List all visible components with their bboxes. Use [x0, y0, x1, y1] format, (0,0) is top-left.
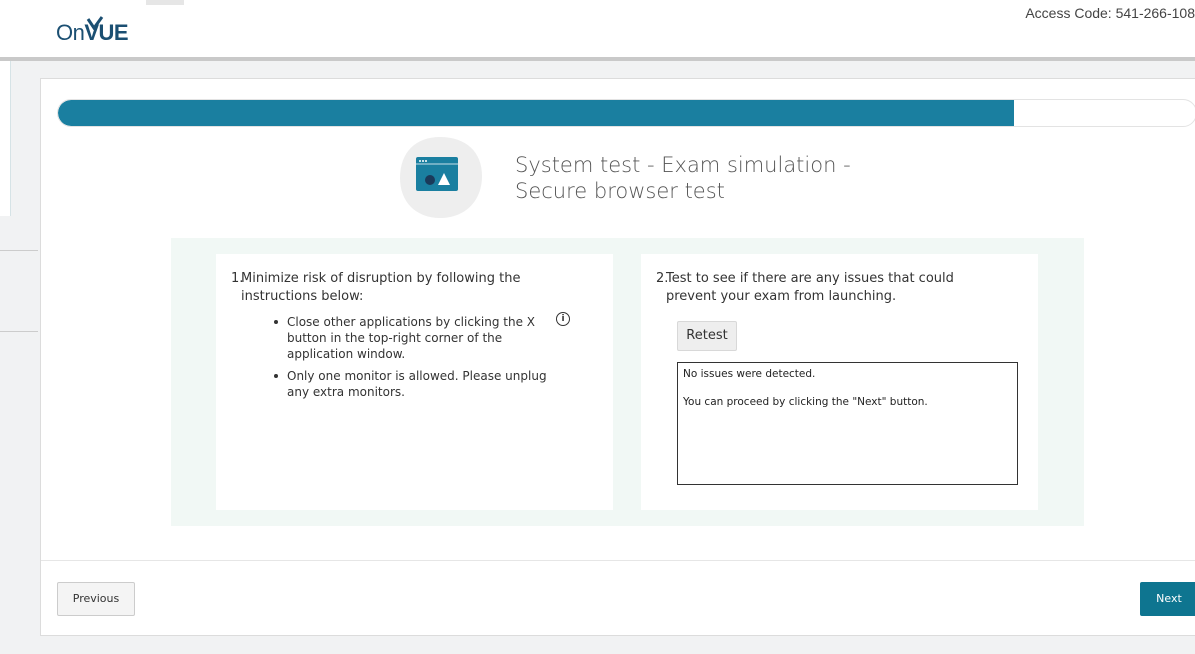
step1-box: 1. Minimize risk of disruption by follow… — [216, 254, 613, 510]
step2-box: 2. Test to see if there are any issues t… — [641, 254, 1038, 510]
instructions-panel: 1. Minimize risk of disruption by follow… — [171, 238, 1084, 526]
browser-window-icon — [400, 137, 482, 218]
footer-divider — [41, 560, 1195, 561]
test-result-box: No issues were detected. You can proceed… — [677, 362, 1018, 485]
next-button[interactable]: Next — [1140, 582, 1195, 616]
background-divider — [0, 250, 38, 251]
background-divider — [0, 331, 38, 332]
main-card: System test - Exam simulation - Secure b… — [40, 78, 1195, 636]
onvue-logo: OnVUE — [56, 16, 129, 46]
result-message: No issues were detected. — [683, 368, 816, 380]
list-item: Close other applications by clicking the… — [274, 314, 564, 362]
logo-check-icon — [86, 16, 104, 30]
header: OnVUE Access Code: 541-266-108 — [0, 0, 1195, 61]
progress-bar — [57, 99, 1195, 127]
list-item: Only one monitor is allowed. Please unpl… — [274, 368, 564, 400]
result-instruction: You can proceed by clicking the "Next" b… — [683, 396, 928, 408]
step1-heading: 1. Minimize risk of disruption by follow… — [231, 271, 521, 304]
info-icon[interactable]: i — [556, 312, 570, 326]
retest-button[interactable]: Retest — [677, 321, 737, 351]
previous-button[interactable]: Previous — [57, 582, 135, 616]
access-code: Access Code: 541-266-108 — [1025, 5, 1195, 21]
step1-list: Close other applications by clicking the… — [274, 314, 564, 406]
step2-heading: 2. Test to see if there are any issues t… — [656, 271, 954, 304]
progress-bar-fill — [58, 100, 1014, 126]
page-title: System test - Exam simulation - Secure b… — [515, 153, 851, 203]
background-tab — [146, 0, 184, 5]
